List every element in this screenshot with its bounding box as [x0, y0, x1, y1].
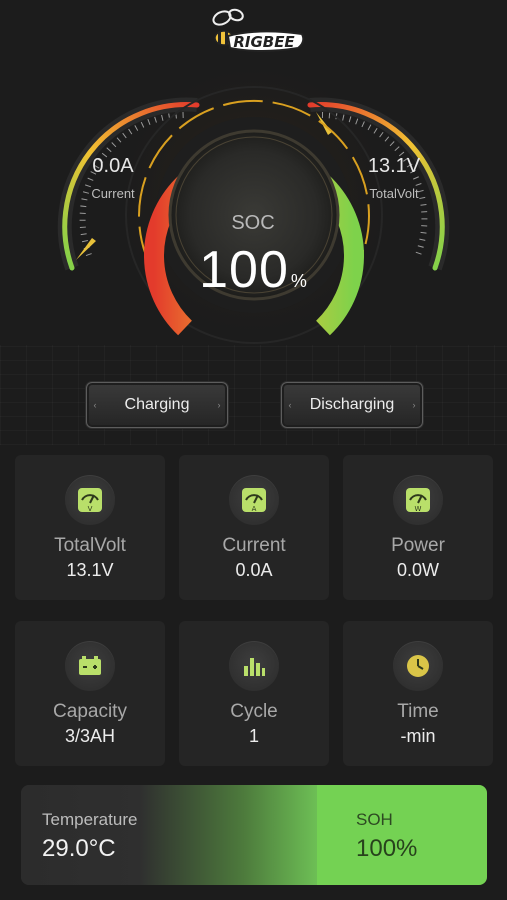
- card-time[interactable]: Time -min: [343, 621, 493, 766]
- ammeter-icon: A: [229, 475, 279, 525]
- card-value: 1: [248, 726, 259, 746]
- card-label: Power: [391, 535, 445, 556]
- chevron-right-icon: ›: [412, 400, 416, 410]
- voltmeter-icon: V: [65, 475, 115, 525]
- soh-label: SOH: [356, 810, 393, 829]
- soc-value: 100%: [178, 240, 328, 300]
- svg-text:RIGBEE: RIGBEE: [233, 33, 295, 51]
- soh-panel: SOH 100%: [317, 785, 487, 885]
- chevron-left-icon: ‹: [93, 400, 97, 410]
- card-value: -min: [400, 726, 436, 746]
- temperature-label: Temperature: [42, 810, 138, 829]
- current-gauge-value: 0.0A: [92, 155, 134, 177]
- soc-unit: %: [290, 271, 307, 291]
- temperature-value: 29.0°C: [42, 835, 116, 862]
- svg-text:W: W: [415, 505, 422, 513]
- svg-text:A: A: [252, 505, 257, 513]
- card-totalvolt[interactable]: V TotalVolt 13.1V: [15, 455, 165, 600]
- card-capacity[interactable]: Capacity 3/3AH: [15, 621, 165, 766]
- charging-button-label: Charging: [124, 396, 190, 413]
- card-label: Capacity: [53, 701, 127, 722]
- soh-value: 100%: [356, 835, 418, 862]
- card-label: Cycle: [230, 701, 278, 722]
- totalvolt-gauge-value: 13.1V: [367, 155, 421, 177]
- svg-text:V: V: [88, 505, 93, 513]
- card-cycle[interactable]: Cycle 1: [179, 621, 329, 766]
- bar-chart-icon: [229, 641, 279, 691]
- rigbee-logo: RIGBEE: [212, 8, 305, 52]
- battery-icon: [65, 641, 115, 691]
- chevron-left-icon: ‹: [288, 400, 292, 410]
- temperature-panel: Temperature 29.0°C: [21, 785, 317, 885]
- totalvolt-gauge-label: TotalVolt: [369, 186, 419, 201]
- discharging-button[interactable]: ‹ Discharging ›: [281, 382, 423, 428]
- card-label: TotalVolt: [54, 535, 126, 556]
- card-current[interactable]: A Current 0.0A: [179, 455, 329, 600]
- card-value: 3/3AH: [64, 726, 116, 746]
- soc-label: SOC: [231, 212, 275, 234]
- discharging-button-label: Discharging: [309, 396, 395, 413]
- gauge-cluster: [57, 60, 450, 350]
- charging-button[interactable]: ‹ Charging ›: [86, 382, 228, 428]
- clock-icon: [393, 641, 443, 691]
- soc-number: 100: [199, 241, 289, 299]
- grid-floor: [0, 345, 507, 445]
- chevron-right-icon: ›: [217, 400, 221, 410]
- card-label: Time: [397, 701, 439, 722]
- card-value: 13.1V: [66, 560, 114, 580]
- wattmeter-icon: W: [393, 475, 443, 525]
- card-power[interactable]: W Power 0.0W: [343, 455, 493, 600]
- card-value: 0.0A: [235, 560, 273, 580]
- card-label: Current: [222, 535, 286, 556]
- status-bar: Temperature 29.0°C SOH 100%: [21, 785, 487, 885]
- card-value: 0.0W: [396, 560, 439, 580]
- current-gauge-label: Current: [91, 186, 135, 201]
